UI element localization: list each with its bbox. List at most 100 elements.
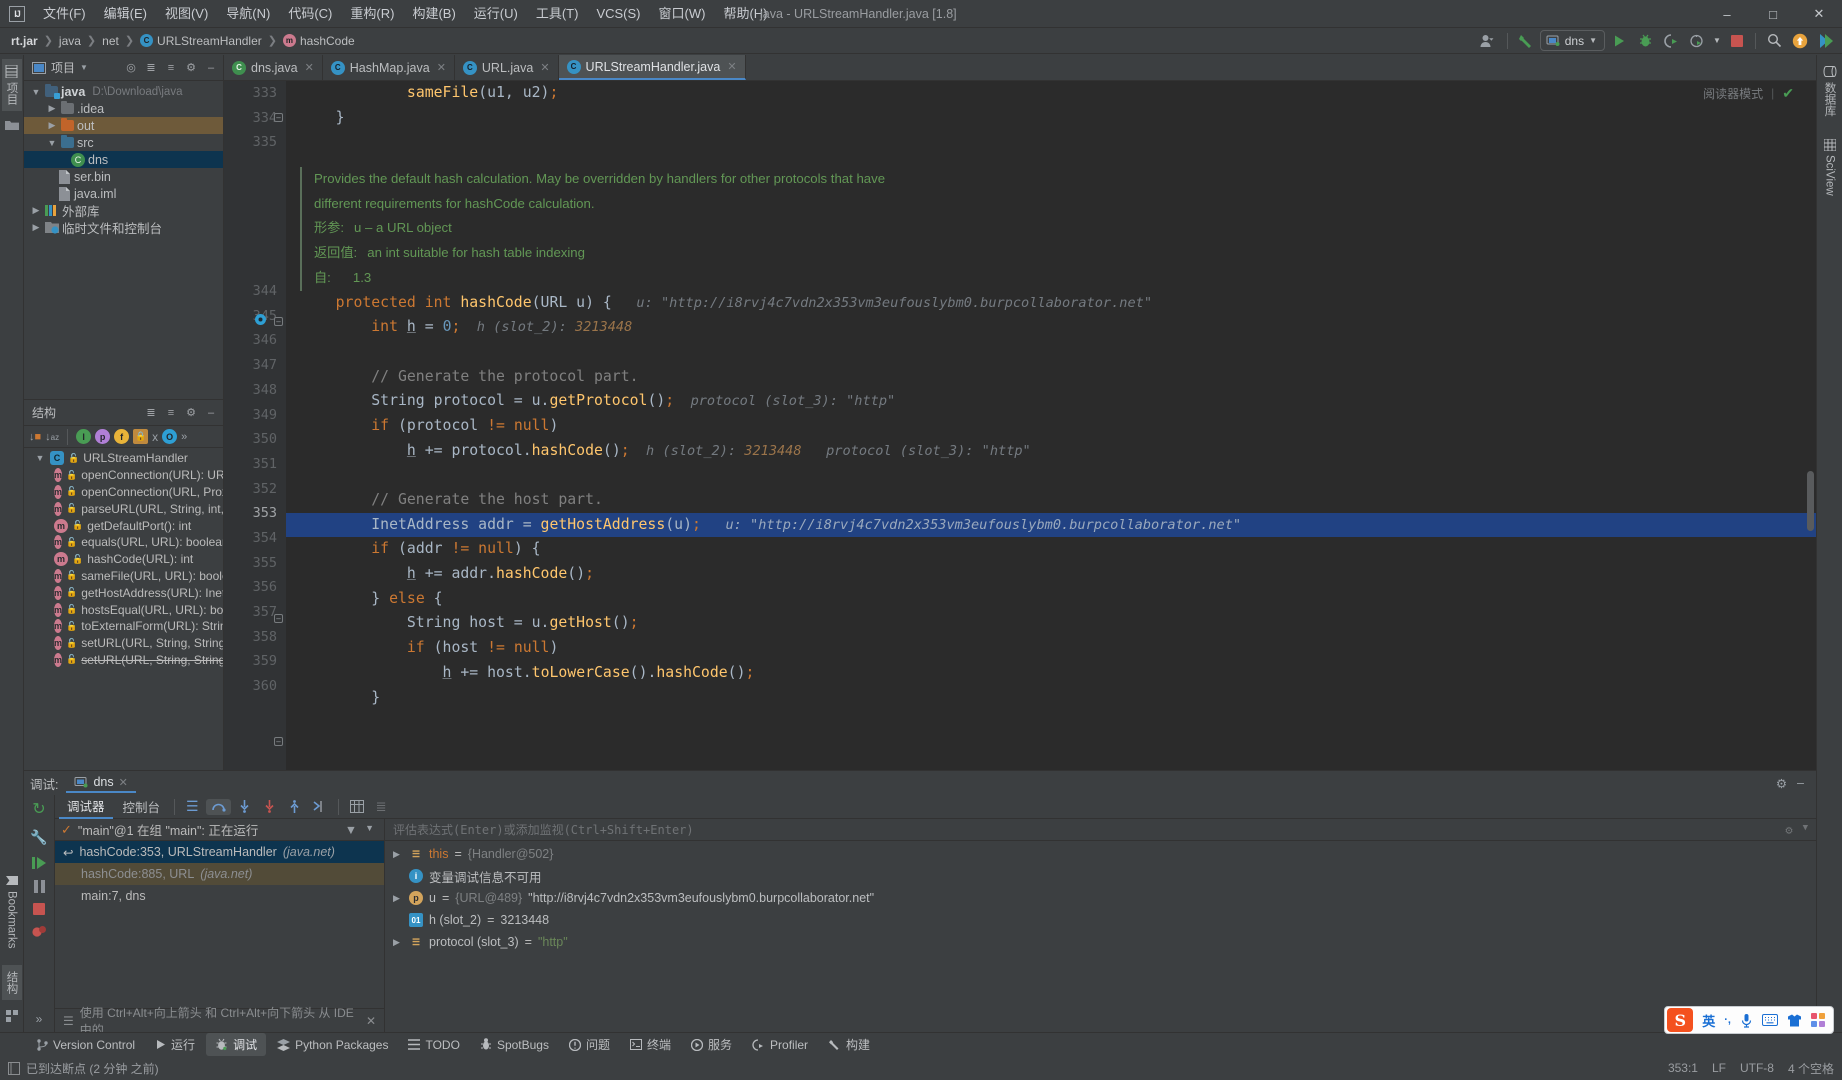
chevron-right-icon[interactable]: ▶ [30,222,42,233]
expand-all-icon[interactable]: ≣ [143,405,159,421]
close-icon[interactable]: ✕ [540,61,549,74]
indent-setting[interactable]: 4 个空格 [1788,1060,1834,1077]
tree-row-out[interactable]: ▶ out [24,117,223,134]
more-options-icon[interactable]: » [181,431,187,443]
close-icon[interactable]: ✕ [437,61,446,74]
chevron-down-icon[interactable]: ▼ [1711,30,1723,52]
tool-button-python-packages[interactable]: Python Packages [268,1035,397,1055]
tool-button-spotbugs[interactable]: SpotBugs [471,1035,558,1055]
search-icon[interactable] [1762,30,1786,52]
structure-row-method[interactable]: m🔓setURL(URL, String, String, int, S [24,635,223,652]
tool-button-build[interactable]: 构建 [819,1033,879,1056]
run-to-cursor-icon[interactable] [308,800,332,813]
close-icon[interactable]: ✕ [366,1014,376,1028]
editor-tab-urlstreamhandler[interactable]: C URLStreamHandler.java ✕ [558,55,746,80]
sort-alphabetically-icon[interactable]: ↓az [45,431,59,443]
breadcrumb-method[interactable]: m hashCode [280,33,358,49]
group-icon[interactable]: x [152,430,158,444]
structure-row-method[interactable]: m 🔓 getDefaultPort(): int [24,517,223,534]
editor-tab-hashmap[interactable]: C HashMap.java ✕ [323,55,455,80]
menu-item-file[interactable]: 文件(F) [34,0,95,28]
structure-row-method[interactable]: m 🔓 hashCode(URL): int [24,551,223,568]
breadcrumb-rtjar[interactable]: rt.jar [8,33,41,49]
chevron-down-icon[interactable]: ▼ [80,63,88,72]
more-tools-icon[interactable] [5,1010,18,1022]
close-icon[interactable]: ✕ [305,61,314,74]
variable-row-u[interactable]: ▶ p u = {URL@489} "http://i8rvj4c7vdn2x3… [385,887,1816,909]
commit-icon[interactable] [4,117,19,133]
stop-button[interactable] [1725,30,1749,52]
structure-row-method[interactable]: m🔓sameFile(URL, URL): boolean [24,568,223,585]
sidebar-tab-project[interactable]: 项目 [1,59,22,111]
chevron-right-icon[interactable]: ▶ [393,937,403,948]
step-over-icon[interactable] [205,798,231,815]
variable-row-h[interactable]: 01 h (slot_2) = 3213448 [385,909,1816,931]
show-anonymous-icon[interactable]: O [162,429,178,444]
build-hammer-icon[interactable] [1514,30,1538,52]
sogou-logo-icon[interactable]: S [1667,1008,1694,1032]
run-anything-icon[interactable] [1814,30,1838,52]
force-step-into-icon[interactable] [258,800,281,813]
chevron-right-icon[interactable]: ▶ [46,103,58,114]
hide-icon[interactable]: – [203,60,219,76]
menu-bar[interactable]: 文件(F) 编辑(E) 视图(V) 导航(N) 代码(C) 重构(R) 构建(B… [34,0,776,27]
chevron-right-icon[interactable]: ▶ [393,849,403,860]
thread-selector[interactable]: ✓ "main"@1 在组 "main": 正在运行 ▼ ▼ [55,819,384,841]
structure-toolbar[interactable]: ↓■ ↓az I p f 🔒 x O » [24,426,223,448]
structure-row-method[interactable]: m🔓hostsEqual(URL, URL): boolean [24,601,223,618]
menu-item-vcs[interactable]: VCS(S) [587,0,649,28]
debug-session-tab[interactable]: dns ✕ [66,773,136,793]
tool-button-terminal[interactable]: 终端 [621,1033,680,1056]
breadcrumb-java[interactable]: java [56,33,84,49]
close-button[interactable]: ✕ [1796,0,1842,28]
layout-settings-icon[interactable]: ☰ [181,798,204,815]
variable-row-protocol[interactable]: ▶ ☰ protocol (slot_3) = "http" [385,931,1816,953]
sidebar-tab-sciview[interactable]: SciView [1822,133,1838,202]
menu-item-window[interactable]: 窗口(W) [650,0,715,28]
evaluate-expression-input[interactable]: 评估表达式(Enter)或添加监视(Ctrl+Shift+Enter) ⚙ ▼ [385,819,1816,841]
sidebar-tab-database[interactable]: 数据库 [1820,59,1840,123]
frames-list[interactable]: ↩ hashCode:353, URLStreamHandler (java.n… [55,841,384,1008]
expand-all-icon[interactable]: ≣ [143,60,159,76]
minimize-button[interactable]: – [1704,0,1750,28]
tree-row-java[interactable]: ▼ java D:\Download\java [24,83,223,100]
tool-button-profiler[interactable]: Profiler [743,1035,817,1055]
close-icon[interactable]: ✕ [727,60,736,73]
caret-position[interactable]: 353:1 [1668,1061,1698,1075]
chevron-right-icon[interactable]: ▶ [393,893,403,904]
sogou-ime-bar[interactable]: S 英 ·, [1664,1006,1834,1034]
structure-title-group[interactable]: 结构 [32,404,56,421]
collapse-all-icon[interactable]: ≡ [163,60,179,76]
gear-icon[interactable]: ⚙ [183,405,199,421]
user-account-icon[interactable] [1477,30,1501,52]
maximize-button[interactable]: □ [1750,0,1796,28]
code-fold-icon[interactable]: – [274,113,283,122]
step-into-icon[interactable] [233,800,256,813]
tree-row-serbin[interactable]: ser.bin [24,168,223,185]
variable-row-this[interactable]: ▶ ☰ this = {Handler@502} [385,843,1816,865]
menu-item-build[interactable]: 构建(B) [403,0,464,28]
tree-row-external-libraries[interactable]: ▶ 外部库 [24,202,223,219]
structure-row-class[interactable]: ▼ C 🔓 URLStreamHandler [24,450,223,467]
status-message[interactable]: 已到达断点 (2 分钟 之前) [26,1060,159,1077]
inspection-ok-icon[interactable]: ✔ [1782,85,1794,102]
debug-sub-tabs[interactable]: 调试器 控制台 ☰ ≣ [55,795,1816,819]
breadcrumb-class[interactable]: C URLStreamHandler [137,33,265,49]
tool-button-run[interactable]: 运行 [146,1033,204,1056]
skin-icon[interactable] [1787,1014,1802,1027]
menu-item-code[interactable]: 代码(C) [279,0,341,28]
structure-row-method[interactable]: m🔓parseURL(URL, String, int, int): void [24,500,223,517]
menu-item-navigate[interactable]: 导航(N) [217,0,279,28]
breadcrumb[interactable]: rt.jar ❯ java ❯ net ❯ C URLStreamHandler… [8,33,358,49]
tool-button-problems[interactable]: 问题 [560,1033,619,1056]
tab-debugger[interactable]: 调试器 [59,794,113,819]
project-title-group[interactable]: 项目 ▼ [32,59,88,76]
chevron-down-icon[interactable]: ▼ [34,453,46,463]
variable-row-info[interactable]: i 变量调试信息不可用 [385,865,1816,887]
tool-button-version-control[interactable]: Version Control [28,1035,144,1055]
code-fold-icon[interactable]: – [274,614,283,623]
filter-icon[interactable]: ▼ [345,823,357,837]
editor-tab-dns[interactable]: C dns.java ✕ [224,55,323,80]
menu-item-refactor[interactable]: 重构(R) [341,0,403,28]
code-fold-icon[interactable]: – [274,317,283,326]
